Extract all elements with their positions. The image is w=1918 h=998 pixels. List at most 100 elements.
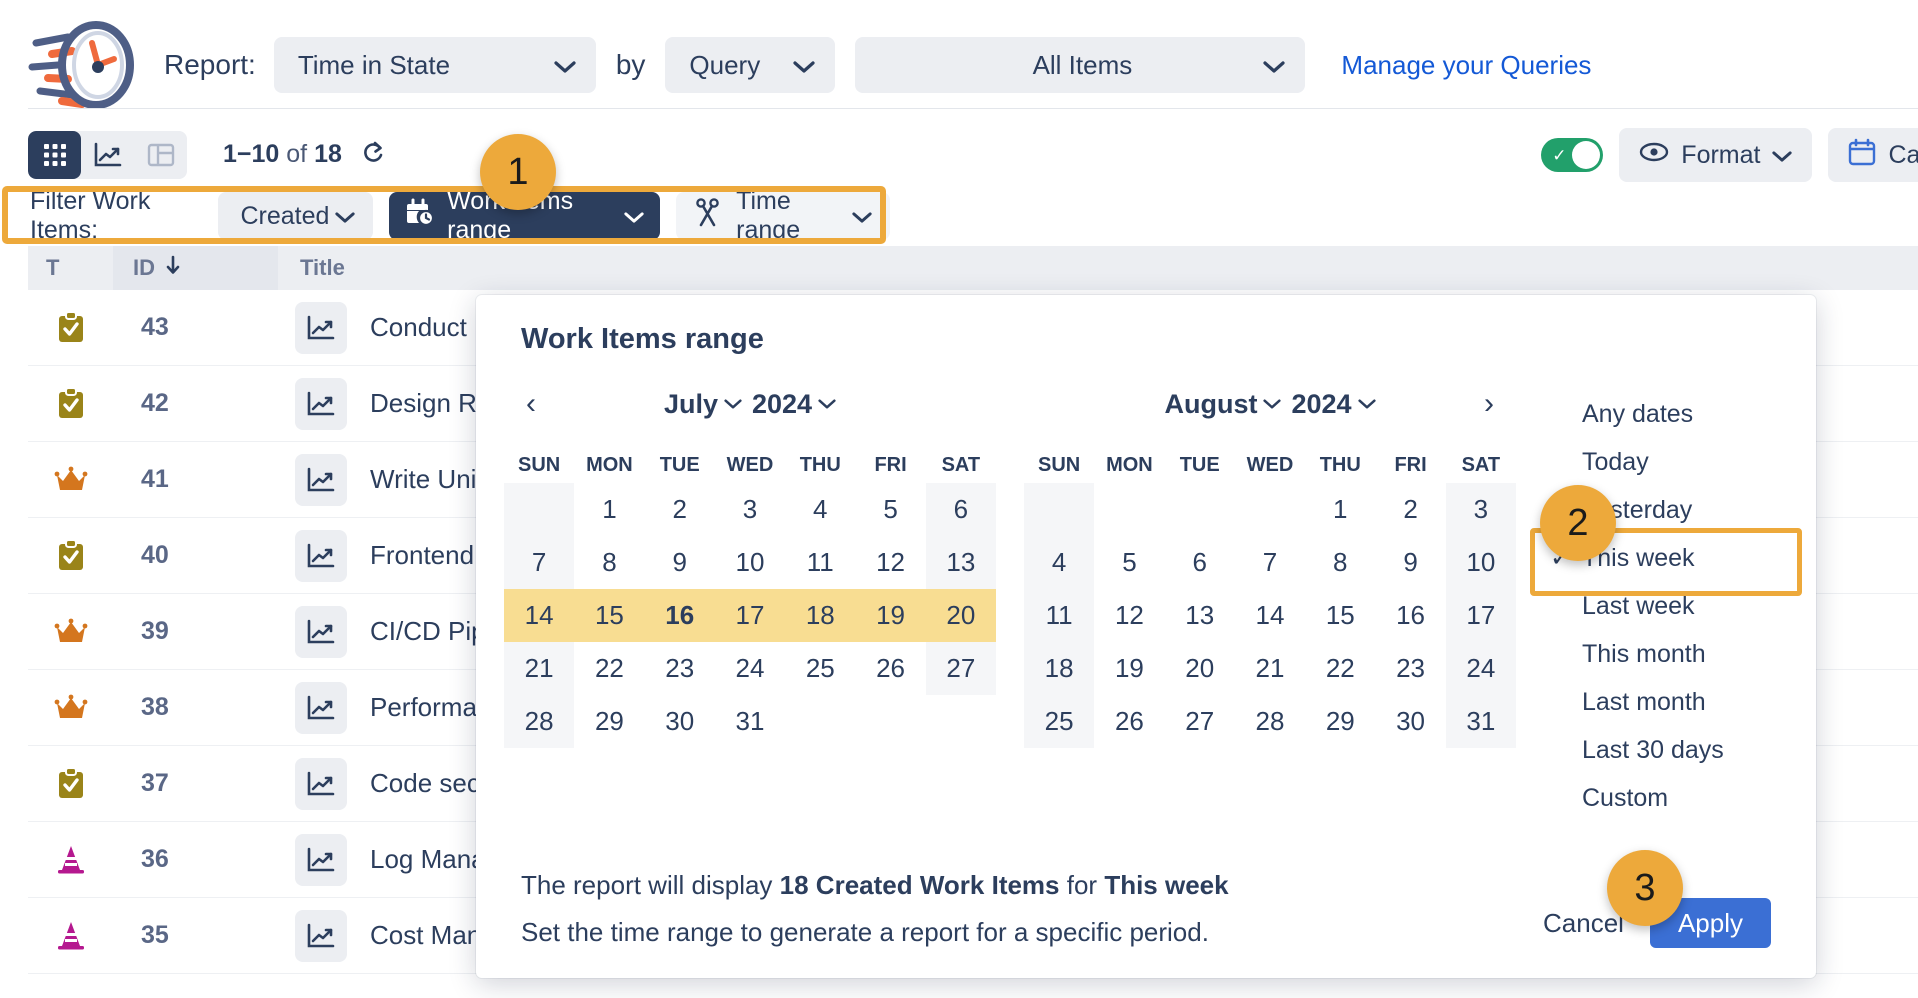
year-select-july[interactable]: 2024	[752, 389, 836, 420]
day-cell[interactable]: 12	[1094, 589, 1164, 642]
row-chart-button[interactable]	[278, 682, 364, 734]
day-cell[interactable]: 2	[1375, 483, 1445, 536]
day-cell[interactable]: 20	[926, 589, 996, 642]
day-cell[interactable]: 23	[1375, 642, 1445, 695]
day-cell[interactable]: 16	[645, 589, 715, 642]
day-cell[interactable]: 4	[1024, 536, 1094, 589]
day-cell[interactable]: 11	[1024, 589, 1094, 642]
day-cell[interactable]: 11	[785, 536, 855, 589]
day-cell[interactable]: 14	[1235, 589, 1305, 642]
day-cell[interactable]: 24	[1446, 642, 1516, 695]
view-card-button[interactable]	[134, 131, 187, 179]
day-cell[interactable]: 19	[855, 589, 925, 642]
row-chart-button[interactable]	[278, 606, 364, 658]
time-range-button[interactable]: Time range	[676, 192, 890, 240]
refresh-icon[interactable]	[361, 139, 387, 172]
day-cell[interactable]: 9	[1375, 536, 1445, 589]
day-cell[interactable]: 6	[1165, 536, 1235, 589]
day-cell[interactable]: 22	[1305, 642, 1375, 695]
day-cell[interactable]: 9	[645, 536, 715, 589]
day-cell[interactable]: 26	[855, 642, 925, 695]
day-cell[interactable]: 27	[1165, 695, 1235, 748]
day-cell[interactable]: 5	[1094, 536, 1164, 589]
group-by-select[interactable]: Query	[665, 37, 835, 93]
day-cell[interactable]: 31	[1446, 695, 1516, 748]
column-header-type[interactable]: T	[28, 255, 113, 281]
view-grid-button[interactable]	[28, 131, 81, 179]
day-cell[interactable]: 17	[715, 589, 785, 642]
day-cell[interactable]: 13	[1165, 589, 1235, 642]
day-cell[interactable]: 29	[574, 695, 644, 748]
day-cell[interactable]: 12	[855, 536, 925, 589]
day-cell[interactable]: 30	[645, 695, 715, 748]
day-cell[interactable]: 8	[1305, 536, 1375, 589]
day-cell[interactable]: 23	[645, 642, 715, 695]
day-cell[interactable]: 13	[926, 536, 996, 589]
manage-queries-link[interactable]: Manage your Queries	[1341, 50, 1591, 81]
day-cell[interactable]: 10	[715, 536, 785, 589]
day-cell[interactable]: 7	[1235, 536, 1305, 589]
row-chart-button[interactable]	[278, 910, 364, 962]
day-cell[interactable]: 6	[926, 483, 996, 536]
day-cell[interactable]: 17	[1446, 589, 1516, 642]
row-chart-button[interactable]	[278, 378, 364, 430]
preset-item[interactable]: This month	[1536, 630, 1806, 678]
row-chart-button[interactable]	[278, 834, 364, 886]
day-cell[interactable]: 10	[1446, 536, 1516, 589]
display-toggle[interactable]: ✓	[1541, 138, 1603, 172]
year-select-august[interactable]: 2024	[1291, 389, 1375, 420]
day-cell[interactable]: 25	[1024, 695, 1094, 748]
preset-item[interactable]: Today	[1536, 438, 1806, 486]
row-chart-button[interactable]	[278, 454, 364, 506]
items-scope-select[interactable]: All Items	[855, 37, 1305, 93]
row-chart-button[interactable]	[278, 530, 364, 582]
day-cell[interactable]: 15	[574, 589, 644, 642]
month-select-july[interactable]: July	[664, 389, 742, 420]
day-cell[interactable]: 3	[715, 483, 785, 536]
day-cell[interactable]: 8	[574, 536, 644, 589]
column-header-title[interactable]: Title	[278, 255, 1918, 281]
day-cell[interactable]: 22	[574, 642, 644, 695]
report-type-select[interactable]: Time in State	[274, 37, 596, 93]
day-cell[interactable]: 27	[926, 642, 996, 695]
day-cell[interactable]: 16	[1375, 589, 1445, 642]
day-cell[interactable]: 15	[1305, 589, 1375, 642]
prev-month-button[interactable]: ‹	[526, 387, 536, 421]
cancel-button[interactable]: Cancel	[1543, 908, 1624, 939]
column-header-id[interactable]: ID	[113, 246, 278, 290]
day-cell[interactable]: 19	[1094, 642, 1164, 695]
row-chart-button[interactable]	[278, 758, 364, 810]
preset-item[interactable]: Last 30 days	[1536, 726, 1806, 774]
day-cell[interactable]: 26	[1094, 695, 1164, 748]
day-cell[interactable]: 18	[785, 589, 855, 642]
day-cell[interactable]: 7	[504, 536, 574, 589]
day-cell[interactable]: 14	[504, 589, 574, 642]
day-cell[interactable]: 28	[1235, 695, 1305, 748]
next-month-button[interactable]: ›	[1484, 387, 1494, 421]
day-cell[interactable]: 5	[855, 483, 925, 536]
day-cell[interactable]: 1	[574, 483, 644, 536]
day-cell[interactable]: 3	[1446, 483, 1516, 536]
day-cell[interactable]: 20	[1165, 642, 1235, 695]
day-cell[interactable]: 24	[715, 642, 785, 695]
preset-item[interactable]: Last month	[1536, 678, 1806, 726]
day-cell[interactable]: 2	[645, 483, 715, 536]
day-cell[interactable]: 1	[1305, 483, 1375, 536]
row-chart-button[interactable]	[278, 302, 364, 354]
day-cell[interactable]: 25	[785, 642, 855, 695]
day-cell[interactable]: 21	[1235, 642, 1305, 695]
preset-item[interactable]: Custom	[1536, 774, 1806, 822]
day-cell[interactable]: 29	[1305, 695, 1375, 748]
preset-item[interactable]: Any dates	[1536, 390, 1806, 438]
day-cell[interactable]: 31	[715, 695, 785, 748]
day-cell[interactable]: 18	[1024, 642, 1094, 695]
calendar-button[interactable]: Cal	[1828, 128, 1918, 182]
day-cell[interactable]: 21	[504, 642, 574, 695]
day-cell[interactable]: 28	[504, 695, 574, 748]
filter-field-select[interactable]: Created	[218, 192, 373, 240]
preset-item[interactable]: Last week	[1536, 582, 1806, 630]
day-cell[interactable]: 4	[785, 483, 855, 536]
month-select-august[interactable]: August	[1164, 389, 1281, 420]
view-chart-button[interactable]	[81, 131, 134, 179]
format-button[interactable]: Format	[1619, 128, 1812, 182]
